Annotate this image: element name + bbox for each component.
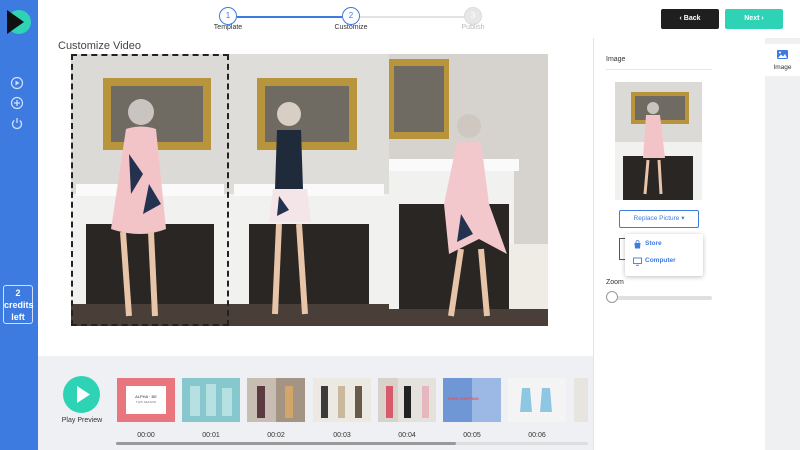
clip-time-2: 00:02 <box>267 432 285 439</box>
replace-source-menu: Store Computer <box>625 234 703 276</box>
clip-thumb-7[interactable] <box>574 378 588 422</box>
left-sidebar: 2 credits left <box>0 0 38 450</box>
clip-thumb-6[interactable] <box>508 378 566 422</box>
step-2-circle[interactable]: 2 <box>342 7 360 25</box>
replace-picture-label: Replace Picture <box>633 215 680 222</box>
clip-time-4: 00:04 <box>398 432 416 439</box>
credits-word: credits <box>4 300 34 310</box>
clip-time-6: 00:06 <box>528 432 546 439</box>
zoom-slider-handle[interactable] <box>606 291 618 303</box>
caret-down-icon: ▾ <box>681 215 685 222</box>
clip-time-3: 00:03 <box>333 432 351 439</box>
menu-item-computer[interactable]: Computer <box>633 257 676 266</box>
photo-frame-1[interactable] <box>71 54 229 326</box>
selected-image-preview <box>615 82 702 200</box>
step-connector-1 <box>237 16 342 18</box>
step-3-circle[interactable]: 3 <box>464 7 482 25</box>
replace-picture-button[interactable]: Replace Picture ▾ <box>619 210 699 228</box>
menu-item-store-label: Store <box>645 240 662 247</box>
tool-tabs: Image <box>765 38 800 450</box>
play-preview-button[interactable] <box>63 376 100 413</box>
photo-frame-3[interactable] <box>389 54 548 326</box>
clip-thumb-1[interactable] <box>182 378 240 422</box>
clip-time-0: 00:00 <box>137 432 155 439</box>
monitor-icon <box>633 257 642 266</box>
step-3-label: Publish <box>461 24 485 31</box>
next-button[interactable]: Next › <box>725 9 783 29</box>
step-connector-2 <box>360 16 465 18</box>
tab-image-label: Image <box>773 64 792 71</box>
credits-count: 2 <box>15 288 21 298</box>
panel-section-title: Image <box>606 56 626 63</box>
photo-model-2 <box>229 54 389 326</box>
step-1-label: Template <box>213 24 243 31</box>
next-button-label: Next <box>744 15 760 22</box>
play-icon <box>77 386 90 403</box>
play-preview-label: Play Preview <box>61 417 103 424</box>
clip-1-image <box>182 378 240 422</box>
clip-thumb-5[interactable]: FREE SHIPPING <box>443 378 501 422</box>
zoom-label: Zoom <box>606 279 624 286</box>
properties-panel: Image Replace Picture ▾ Store Computer Z… <box>593 38 765 450</box>
add-circle-icon[interactable] <box>10 96 24 110</box>
tab-image[interactable]: Image <box>765 44 800 76</box>
step-2-label: Customize <box>334 24 368 31</box>
panel-divider <box>606 69 712 70</box>
preview-photo <box>615 82 702 200</box>
chevron-left-icon: ‹ <box>679 15 682 22</box>
play-circle-icon[interactable] <box>10 76 24 90</box>
shopping-bag-icon <box>634 240 641 249</box>
power-icon[interactable] <box>10 116 24 130</box>
clip-6-image <box>508 378 566 422</box>
clip-thumb-0[interactable]: ALPHA · BE THIS SEASON <box>117 378 175 422</box>
image-icon <box>777 50 788 59</box>
page-title: Customize Video <box>58 40 141 52</box>
clip-thumb-4[interactable] <box>378 378 436 422</box>
timeline-scrollbar-thumb[interactable] <box>116 442 456 445</box>
clip-thumb-2[interactable] <box>247 378 305 422</box>
credits-badge: 2 credits left <box>3 285 34 324</box>
clip-2-image <box>247 378 305 422</box>
menu-item-computer-label: Computer <box>645 257 676 264</box>
clip-time-5: 00:05 <box>463 432 481 439</box>
clip-time-1: 00:01 <box>202 432 220 439</box>
credits-left: left <box>11 312 25 322</box>
clip-0-tagline: THIS SEASON <box>135 400 157 404</box>
menu-item-store[interactable]: Store <box>633 240 662 249</box>
timeline-scrollbar[interactable] <box>116 442 588 445</box>
photo-model-1 <box>71 54 229 326</box>
app-logo-icon[interactable] <box>4 8 32 36</box>
back-button[interactable]: ‹ Back <box>661 9 719 29</box>
top-bar: 1 Template 2 Customize 3 Publish ‹ Back … <box>38 0 800 38</box>
step-1-circle[interactable]: 1 <box>219 7 237 25</box>
video-canvas-area: Customize Video <box>38 38 593 356</box>
clip-thumb-3[interactable] <box>313 378 371 422</box>
clip-5-text: FREE SHIPPING <box>448 396 479 401</box>
clip-4-image <box>378 378 436 422</box>
chevron-right-icon: › <box>761 15 764 22</box>
back-button-label: Back <box>683 15 701 22</box>
timeline: Play Preview ALPHA · BE THIS SEASON 00:0… <box>38 356 593 450</box>
photo-frame-2[interactable] <box>229 54 389 326</box>
clip-3-image <box>313 378 371 422</box>
photo-model-3 <box>389 54 548 326</box>
clip-0-brand: ALPHA · BE <box>135 394 157 399</box>
zoom-slider[interactable] <box>606 296 712 300</box>
